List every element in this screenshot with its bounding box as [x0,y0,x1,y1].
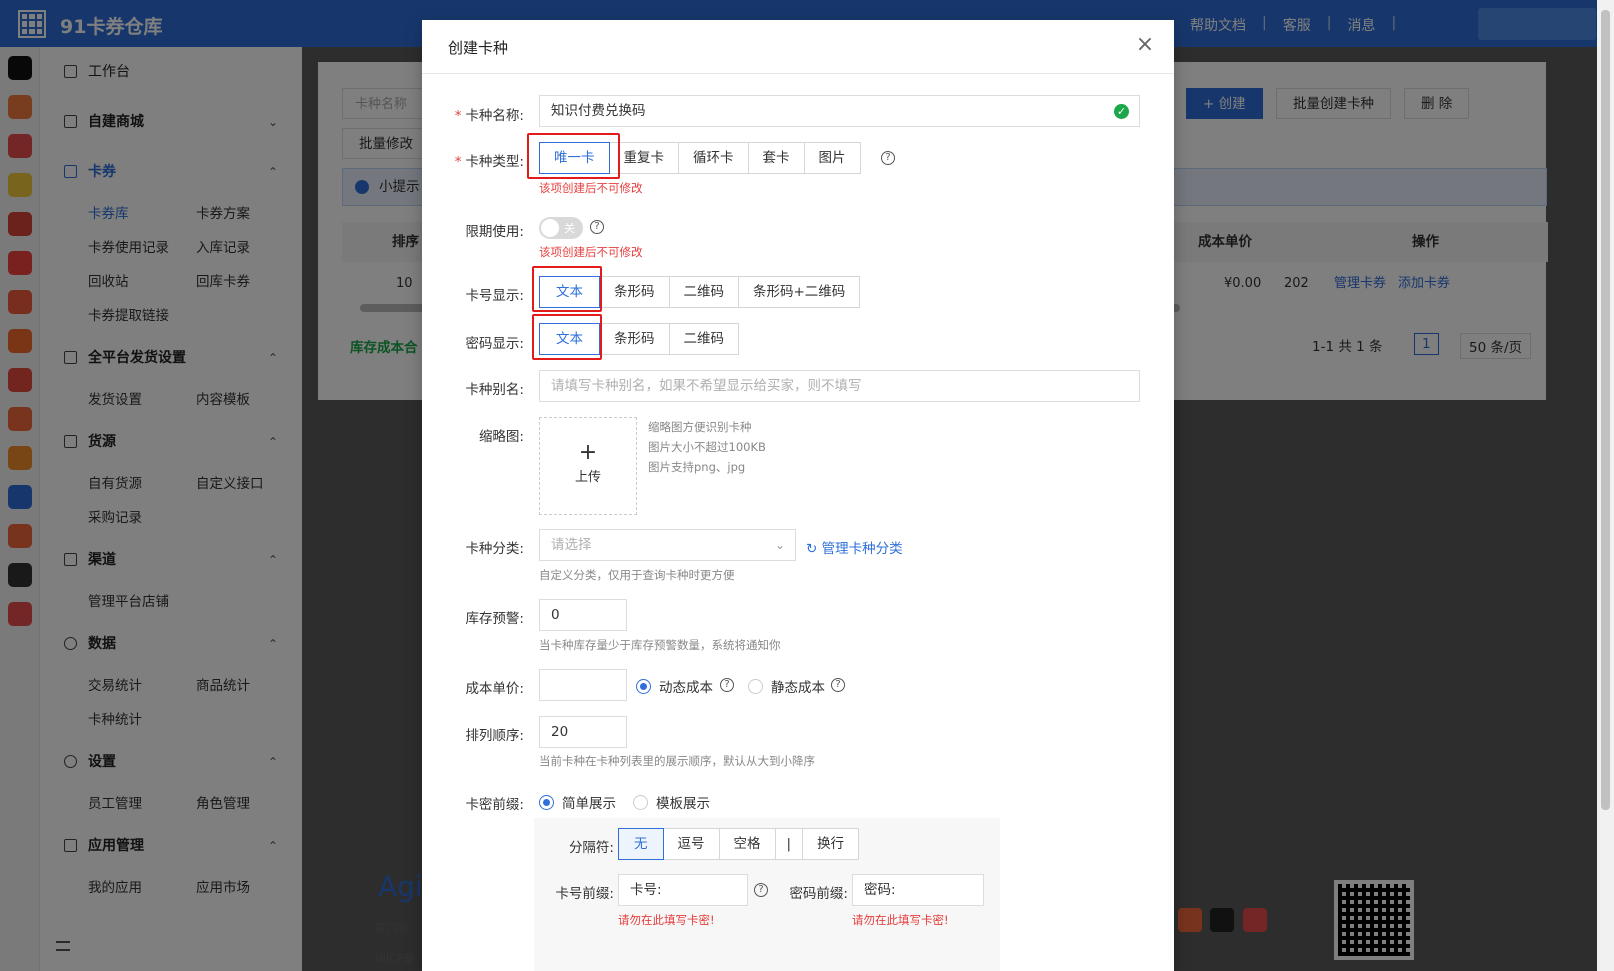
thumb-hint-3: 图片支持png、jpg [648,460,746,474]
card-display-both[interactable]: 条形码+二维码 [738,276,861,308]
radio-static-cost[interactable]: 静态成本 [748,676,825,696]
manage-category-link[interactable]: ↻ 管理卡种分类 [806,537,903,557]
sort-input[interactable]: 20 [539,716,627,748]
card-display-text[interactable]: 文本 [539,276,600,308]
alias-label: 卡种别名: [465,382,524,398]
thumb-label: 缩略图: [478,429,524,445]
stock-warn-hint: 当卡种库存量少于库存预警数量，系统将通知你 [539,638,781,652]
stock-warn-input[interactable]: 0 [539,599,627,631]
upload-button[interactable]: + 上传 [539,417,637,515]
radio-template-display[interactable]: 模板展示 [633,792,710,812]
radio-dynamic-cost[interactable]: 动态成本 [636,676,713,696]
cost-label: 成本单价: [465,681,524,697]
type-option-unique[interactable]: 唯一卡 [539,142,610,174]
pwd-display-qrcode[interactable]: 二维码 [668,323,739,355]
pwd-prefix-warning: 请勿在此填写卡密! [852,913,949,927]
pwd-prefix-label: 密码前缀: [789,886,848,902]
question-icon[interactable]: ? [590,220,604,234]
card-type-segment: 唯一卡 重复卡 循环卡 套卡 图片 [539,142,861,174]
limit-label: 限期使用: [465,224,524,240]
pwd-display-barcode[interactable]: 条形码 [599,323,670,355]
question-icon[interactable]: ? [720,678,734,692]
chevron-down-icon: ⌄ [774,538,785,552]
thumb-hint-1: 缩略图方便识别卡种 [648,420,752,434]
page-scrollbar[interactable] [1597,0,1614,971]
card-display-label: 卡号显示: [465,288,524,304]
sort-hint: 当前卡种在卡种列表里的展示顺序，默认从大到小降序 [539,754,815,768]
category-hint: 自定义分类，仅用于查询卡种时更方便 [539,568,735,582]
refresh-icon: ↻ [806,541,818,557]
prefix-label: 卡密前缀: [465,797,524,813]
close-icon[interactable]: × [1134,34,1156,56]
card-prefix-warning: 请勿在此填写卡密! [618,913,715,927]
type-error-text: 该项创建后不可修改 [539,181,643,195]
radio-dot [633,794,648,810]
separator-label: 分隔符: [568,840,614,856]
category-select[interactable]: 请选择 ⌄ [539,529,796,561]
card-prefix-label: 卡号前缀: [555,886,614,902]
category-label: 卡种分类: [465,541,524,557]
pwd-prefix-input[interactable]: 密码: [852,874,984,906]
pwd-display-text[interactable]: 文本 [539,323,600,355]
name-label: * 卡种名称: [454,108,524,124]
type-label: * 卡种类型: [454,154,524,170]
stock-warn-label: 库存预警: [465,611,524,627]
radio-dot [636,678,651,694]
scrollbar-thumb[interactable] [1601,10,1610,810]
thumb-hint-2: 图片大小不超过100KB [648,440,766,454]
radio-dot [539,794,554,810]
pwd-display-segment: 文本 条形码 二维码 [539,323,739,355]
separator-segment: 无 逗号 空格 | 换行 [618,828,860,860]
create-card-type-modal: 创建卡种 × * 卡种名称: 知识付费兑换码 ✓ * 卡种类型: 唯一卡 重复卡 循环… [422,20,1174,971]
separator-none[interactable]: 无 [618,828,664,860]
type-option-cycle[interactable]: 循环卡 [678,142,749,174]
modal-title: 创建卡种 [448,39,509,57]
separator-space[interactable]: 空格 [718,828,776,860]
toggle-knob [541,219,559,237]
plus-icon: + [578,440,598,465]
separator-comma[interactable]: 逗号 [662,828,720,860]
question-icon[interactable]: ? [831,678,845,692]
limit-toggle[interactable]: 关 [539,217,583,239]
pwd-display-label: 密码显示: [465,336,524,352]
card-display-barcode[interactable]: 条形码 [599,276,670,308]
separator-pipe[interactable]: | [774,828,804,860]
radio-dot [748,678,763,694]
check-circle-icon: ✓ [1114,104,1129,119]
radio-simple-display[interactable]: 简单展示 [539,792,616,812]
card-name-input[interactable]: 知识付费兑换码 ✓ [539,95,1140,127]
separator-newline[interactable]: 换行 [802,828,860,860]
cost-input[interactable] [539,669,627,701]
modal-header: 创建卡种 × [422,20,1174,74]
card-prefix-input[interactable]: 卡号: [618,874,748,906]
type-option-image[interactable]: 图片 [803,142,861,174]
limit-error-text: 该项创建后不可修改 [539,245,643,259]
type-option-set[interactable]: 套卡 [747,142,805,174]
sort-label: 排列顺序: [465,728,524,744]
card-display-qrcode[interactable]: 二维码 [668,276,739,308]
alias-input[interactable]: 请填写卡种别名，如果不希望显示给买家，则不填写 [539,370,1140,402]
question-icon[interactable]: ? [881,151,895,165]
card-display-segment: 文本 条形码 二维码 条形码+二维码 [539,276,861,308]
